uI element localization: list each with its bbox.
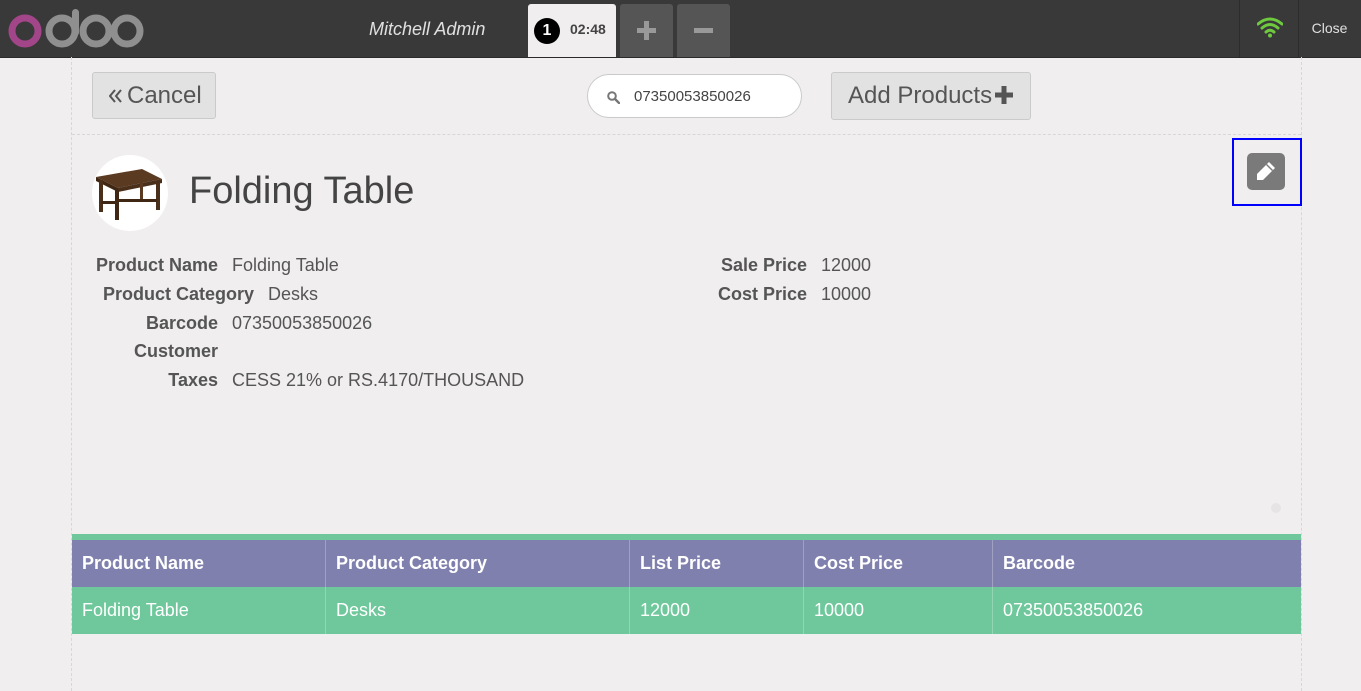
field-label-barcode: Barcode [145,313,218,333]
product-table: Product Name Product Category List Price… [72,534,1301,634]
minus-icon [694,28,713,33]
close-button[interactable]: Close [1298,0,1361,57]
double-chevron-left-icon [109,89,122,103]
field-value-product-category: Desks [268,284,319,304]
order-number-badge: 1 [534,18,560,44]
connection-status[interactable] [1239,0,1299,57]
search-input[interactable]: 07350053850026 [587,74,802,118]
edit-product-button[interactable] [1247,153,1285,190]
add-products-label: Add Products [848,82,993,109]
delete-order-button[interactable] [677,4,730,57]
product-screen: Cancel 07350053850026 Add Products Foldi… [71,57,1302,691]
table-cell-cost-price: 10000 [803,587,992,634]
table-row[interactable]: Folding Table Desks 12000 10000 07350053… [72,587,1301,634]
new-order-button[interactable] [620,4,673,57]
field-value-barcode: 07350053850026 [232,313,373,333]
column-header-cost-price: Cost Price [803,540,992,587]
column-header-barcode: Barcode [992,540,1301,587]
control-bar: Cancel 07350053850026 Add Products [72,57,1301,135]
field-label-customer: Customer [133,341,218,361]
wifi-icon [1257,17,1283,38]
field-value-taxes: CESS 21% or RS.4170/THOUSAND [232,370,525,390]
top-bar: Mitchell Admin 1 02:48 Close [0,0,1361,58]
pencil-icon [1257,162,1275,180]
field-value-cost-price: 10000 [821,284,872,304]
field-value-sale-price: 12000 [821,255,872,275]
field-label-sale-price: Sale Price [720,255,807,275]
table-header-row: Product Name Product Category List Price… [72,540,1301,587]
field-label-product-category: Product Category [102,284,254,304]
cashier-name[interactable]: Mitchell Admin [369,19,485,40]
plus-icon [995,86,1013,104]
column-header-list-price: List Price [629,540,803,587]
table-cell-barcode: 07350053850026 [992,587,1301,634]
field-label-cost-price: Cost Price [717,284,807,304]
column-header-product-category: Product Category [325,540,629,587]
product-title: Folding Table [189,170,415,212]
field-value-product-name: Folding Table [232,255,339,275]
order-tab[interactable]: 1 02:48 [528,4,616,57]
product-image [92,155,168,231]
field-label-product-name: Product Name [95,255,218,275]
add-products-button[interactable]: Add Products [831,72,1031,120]
cancel-button[interactable]: Cancel [92,72,216,119]
scroll-indicator [1271,503,1281,513]
table-cell-product-name: Folding Table [82,600,189,620]
search-icon [607,91,620,104]
table-cell-product-category: Desks [325,587,629,634]
plus-icon [637,21,656,40]
cancel-label: Cancel [127,82,202,109]
search-value: 07350053850026 [634,88,751,105]
field-label-taxes: Taxes [168,370,218,390]
order-time: 02:48 [570,21,606,37]
column-header-product-name: Product Name [82,553,205,573]
table-cell-list-price: 12000 [629,587,803,634]
edit-product-button-focus [1232,138,1302,206]
odoo-logo [8,9,144,48]
